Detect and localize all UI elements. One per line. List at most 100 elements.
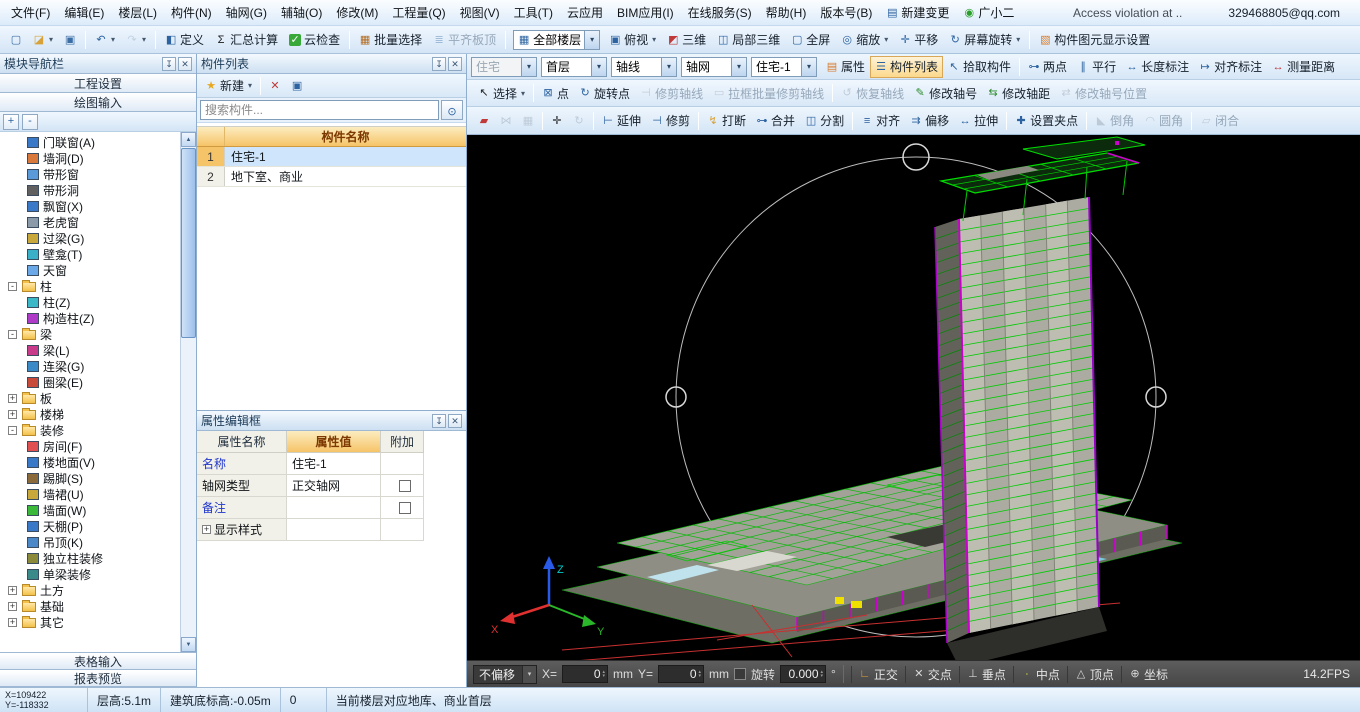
section-project-settings[interactable]: 工程设置 xyxy=(0,74,196,93)
spinner-icon[interactable]: ▴▾ xyxy=(821,670,824,678)
tree-item[interactable]: 楼地面(V) xyxy=(0,454,180,470)
toolbar-button[interactable]: ◫ 局部三维 xyxy=(712,29,785,51)
close-icon[interactable]: ✕ xyxy=(448,57,462,71)
tree-item[interactable]: 其它 xyxy=(0,614,180,630)
menu-item[interactable]: 楼层(L) xyxy=(111,2,164,23)
tree-item[interactable]: 吊顶(K) xyxy=(0,534,180,550)
toolbar-button[interactable]: ▢ 全屏 xyxy=(786,29,835,51)
new-component-button[interactable]: ★ 新建 ▾ xyxy=(200,75,257,97)
collapse-all-button[interactable]: - xyxy=(22,114,38,130)
toolbar-button[interactable]: ☰ 构件列表 xyxy=(870,56,943,78)
edit-tool-button[interactable]: ▰ xyxy=(473,110,495,132)
tree-item[interactable]: 基础 xyxy=(0,598,180,614)
x-input[interactable]: 0 ▴▾ xyxy=(562,665,608,683)
menu-item[interactable]: BIM应用(I) xyxy=(610,2,681,23)
menu-item[interactable]: 在线服务(S) xyxy=(681,2,759,23)
toolbar-button[interactable]: ◩ 三维 xyxy=(662,29,711,51)
edit-tool-button[interactable]: ⊶ 合并 xyxy=(751,110,800,132)
tree-item[interactable]: 构造柱(Z) xyxy=(0,310,180,326)
component-row[interactable]: 1 住宅-1 xyxy=(197,147,466,167)
menu-item[interactable]: 视图(V) xyxy=(453,2,507,23)
tree-item[interactable]: 柱 xyxy=(0,278,180,294)
delete-component-button[interactable]: ✕ xyxy=(264,75,286,97)
copy-component-button[interactable]: ▣ xyxy=(286,75,308,97)
tree-item[interactable]: 过梁(G) xyxy=(0,230,180,246)
section-drawing-input[interactable]: 绘图输入 xyxy=(0,93,196,112)
scroll-thumb[interactable] xyxy=(181,148,196,338)
close-icon[interactable]: ✕ xyxy=(178,57,192,71)
tree-item[interactable]: 墙洞(D) xyxy=(0,150,180,166)
toolbar-button[interactable]: ▣ xyxy=(59,29,81,51)
toolbar-button[interactable]: ↷ ▾ xyxy=(121,29,151,51)
toolbar-button[interactable]: ⊶ 两点 xyxy=(1023,56,1072,78)
rotate-input[interactable]: 0.000 ▴▾ xyxy=(780,665,826,683)
tree-item[interactable]: 墙面(W) xyxy=(0,502,180,518)
menu-item[interactable]: 构件(N) xyxy=(164,2,219,23)
toolbar-button[interactable]: ▤ 属性 xyxy=(821,56,870,78)
toolbar-button[interactable]: ↔ 长度标注 xyxy=(1121,56,1194,78)
tree-expander-icon[interactable] xyxy=(8,602,17,611)
edit-tool-button[interactable]: ◫ 分割 xyxy=(800,110,849,132)
tree-scrollbar[interactable]: ▲ ▼ xyxy=(180,132,196,652)
menu-item[interactable]: 工具(T) xyxy=(507,2,560,23)
spinner-icon[interactable]: ▴▾ xyxy=(603,670,606,678)
toolbar-button[interactable]: ◎ 缩放 ▾ xyxy=(836,29,893,51)
checkbox[interactable] xyxy=(399,502,411,514)
tree-item[interactable]: 梁 xyxy=(0,326,180,342)
tree-expander-icon[interactable] xyxy=(8,426,17,435)
axis-tool-button[interactable]: ↺ 恢复轴线 xyxy=(836,82,909,104)
toolbar-button[interactable]: Σ 汇总计算 xyxy=(210,29,283,51)
tree-expander-icon[interactable] xyxy=(8,410,17,419)
edit-tool-button[interactable]: ⇉ 偏移 xyxy=(905,110,954,132)
tree-item[interactable]: 连梁(G) xyxy=(0,358,180,374)
offset-mode-combo[interactable]: 不偏移 ▾ xyxy=(473,665,537,684)
axis-tool-button[interactable]: ⊣ 修剪轴线 xyxy=(635,82,708,104)
ribbon-combo[interactable]: 轴网 ▾ xyxy=(681,57,747,77)
property-value[interactable]: 住宅-1 xyxy=(287,453,381,475)
tree-item[interactable]: 板 xyxy=(0,390,180,406)
checkbox[interactable] xyxy=(399,480,411,492)
tree-item[interactable]: 天窗 xyxy=(0,262,180,278)
tree-item[interactable]: 柱(Z) xyxy=(0,294,180,310)
scroll-down-icon[interactable]: ▼ xyxy=(181,637,196,652)
edit-tool-button[interactable]: ◠ 圆角 xyxy=(1139,110,1188,132)
snap-toggle[interactable]: ∙ 中点 xyxy=(1013,666,1067,683)
toolbar-button[interactable]: ◧ 定义 xyxy=(160,29,209,51)
toolbar-button[interactable]: ↶ ▾ xyxy=(90,29,120,51)
axis-tool-button[interactable]: ↻ 旋转点 xyxy=(574,82,635,104)
axis-tool-button[interactable]: ⇄ 修改轴号位置 xyxy=(1055,82,1152,104)
toolbar-button[interactable]: ▧ 构件图元显示设置 xyxy=(1034,29,1155,51)
edit-tool-button[interactable]: ↔ 拉伸 xyxy=(954,110,1003,132)
tree-item[interactable]: 带形洞 xyxy=(0,182,180,198)
ribbon-combo[interactable]: 住宅 ▾ xyxy=(471,57,537,77)
tree-item[interactable]: 门联窗(A) xyxy=(0,134,180,150)
toolbar-button[interactable]: ▦ 批量选择 xyxy=(354,29,427,51)
menu-item[interactable]: 轴网(G) xyxy=(219,2,274,23)
toolbar-button[interactable]: ↔ 测量距离 xyxy=(1267,56,1340,78)
pin-icon[interactable]: ↧ xyxy=(432,57,446,71)
property-name[interactable]: 备注 xyxy=(197,497,287,519)
menu-item[interactable]: ◉ 广小二 xyxy=(956,2,1021,23)
tree-item[interactable]: 房间(F) xyxy=(0,438,180,454)
tree-item[interactable]: 楼梯 xyxy=(0,406,180,422)
expand-icon[interactable] xyxy=(202,525,211,534)
expand-all-button[interactable]: + xyxy=(3,114,19,130)
section-table-input[interactable]: 表格输入 xyxy=(0,653,196,670)
edit-tool-button[interactable]: ▱ 闭合 xyxy=(1195,110,1244,132)
snap-toggle[interactable]: ⊥ 垂点 xyxy=(959,666,1013,683)
tree-expander-icon[interactable] xyxy=(8,330,17,339)
section-report-preview[interactable]: 报表预览 xyxy=(0,670,196,687)
axis-tool-button[interactable]: ✎ 修改轴号 xyxy=(909,82,982,104)
edit-tool-button[interactable]: ⋈ xyxy=(495,110,517,132)
y-input[interactable]: 0 ▴▾ xyxy=(658,665,704,683)
menu-item[interactable]: 文件(F) xyxy=(4,2,57,23)
tree-item[interactable]: 梁(L) xyxy=(0,342,180,358)
edit-tool-button[interactable]: ▦ xyxy=(517,110,539,132)
component-row[interactable]: 2 地下室、商业 xyxy=(197,167,466,187)
axis-tool-button[interactable]: ▭ 拉框批量修剪轴线 xyxy=(708,82,829,104)
toolbar-button[interactable]: ↦ 对齐标注 xyxy=(1194,56,1267,78)
menu-item[interactable]: 版本号(B) xyxy=(813,2,879,23)
search-input[interactable] xyxy=(200,100,439,120)
toolbar-button[interactable]: ≣ 平齐板顶 xyxy=(428,29,501,51)
axis-tool-button[interactable]: ⇆ 修改轴距 xyxy=(982,82,1055,104)
